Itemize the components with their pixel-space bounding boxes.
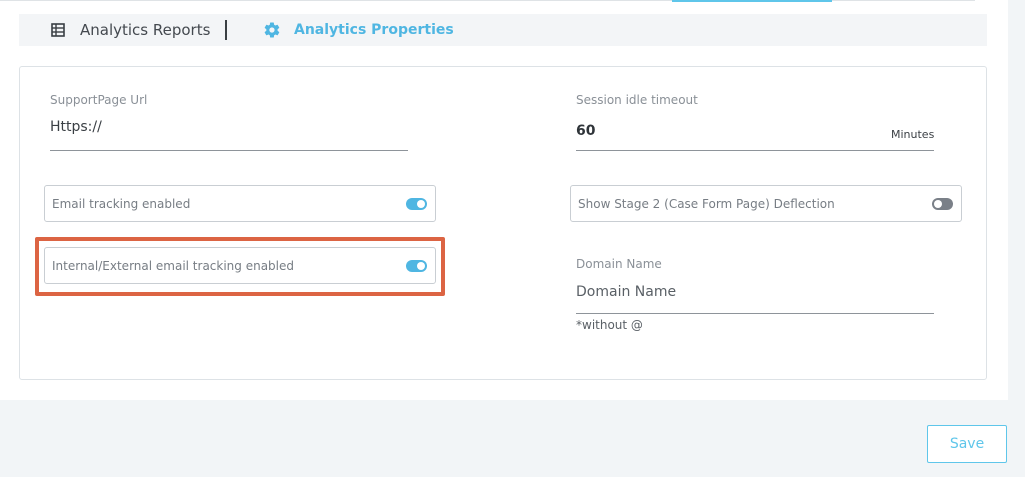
- session-timeout-underline: [576, 150, 934, 151]
- switch-knob: [417, 200, 425, 208]
- email-tracking-toggle-box: Email tracking enabled: [44, 185, 436, 222]
- tab-analytics-reports[interactable]: Analytics Reports: [49, 14, 210, 46]
- tab-separator: [225, 20, 227, 40]
- domain-name-hint: *without @: [576, 318, 643, 332]
- highlight-annotation: [35, 237, 445, 296]
- active-nav-indicator: [672, 0, 832, 2]
- support-url-label: SupportPage Url: [50, 93, 148, 107]
- gear-icon: [263, 21, 281, 39]
- tab-analytics-properties[interactable]: Analytics Properties: [263, 14, 454, 46]
- save-button[interactable]: Save: [927, 425, 1007, 463]
- domain-name-input[interactable]: Domain Name: [576, 284, 934, 300]
- stage2-deflection-switch[interactable]: [932, 198, 953, 210]
- session-timeout-unit: Minutes: [891, 128, 935, 141]
- support-url-field: SupportPage Url: [50, 93, 147, 107]
- support-url-underline: [50, 150, 408, 151]
- tab-bar: Analytics Reports Analytics Properties: [19, 14, 987, 46]
- stage2-deflection-label: Show Stage 2 (Case Form Page) Deflection: [578, 196, 835, 211]
- session-timeout-field: Session idle timeout: [576, 93, 698, 107]
- stage2-deflection-toggle-box: Show Stage 2 (Case Form Page) Deflection: [570, 185, 962, 222]
- tab-label: Analytics Reports: [80, 21, 211, 39]
- properties-panel: [19, 66, 987, 380]
- session-timeout-value: 60: [576, 123, 596, 139]
- domain-name-underline: [576, 313, 934, 314]
- domain-name-placeholder: Domain Name: [576, 284, 677, 300]
- session-timeout-input[interactable]: 60: [576, 123, 876, 139]
- session-timeout-label: Session idle timeout: [576, 93, 698, 107]
- tab-label: Analytics Properties: [294, 22, 454, 38]
- domain-name-label: Domain Name: [576, 257, 662, 271]
- support-url-input[interactable]: Https://: [50, 119, 408, 135]
- switch-knob: [934, 200, 942, 208]
- email-tracking-switch[interactable]: [406, 198, 427, 210]
- support-url-value: Https://: [50, 119, 102, 135]
- domain-name-field: Domain Name: [576, 257, 662, 271]
- email-tracking-label: Email tracking enabled: [52, 196, 191, 211]
- table-icon: [49, 21, 67, 39]
